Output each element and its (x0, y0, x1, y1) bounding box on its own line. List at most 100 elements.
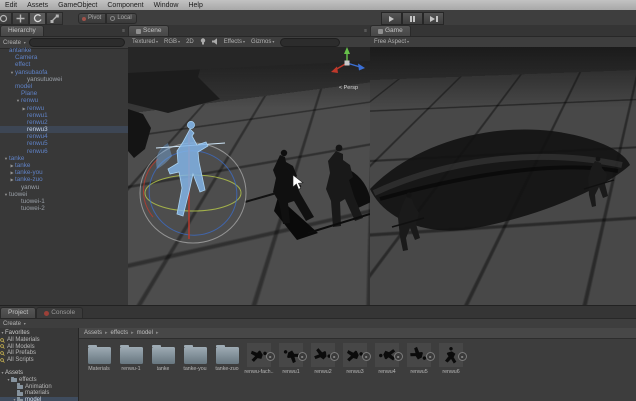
step-icon (430, 16, 435, 22)
expand-badge-icon[interactable]: ▸ (330, 352, 339, 361)
local-toggle-button[interactable]: Local (106, 13, 136, 24)
menu-item[interactable]: Component (107, 2, 143, 9)
tab-game[interactable]: Game (370, 25, 411, 36)
hierarchy-item[interactable]: ▼ yansubaofa (0, 69, 128, 76)
hierarchy-item[interactable]: ▼ tuowei (0, 191, 128, 198)
expand-badge-icon[interactable]: ▸ (458, 352, 467, 361)
scale-tool-button[interactable] (46, 12, 63, 25)
gizmos-dropdown[interactable]: Gizmos▾ (251, 39, 274, 45)
hierarchy-item[interactable]: renwu1 (0, 112, 128, 119)
hierarchy-item[interactable]: ▶ tanke-you (0, 169, 128, 176)
assets-section[interactable]: ▼ Assets (0, 370, 78, 377)
pause-button[interactable] (402, 12, 423, 25)
play-button[interactable] (381, 12, 402, 25)
menu-item[interactable]: Assets (27, 2, 48, 9)
tab-hierarchy[interactable]: Hierarchy (0, 25, 44, 36)
hierarchy-item[interactable]: renwu6 (0, 148, 128, 155)
breadcrumb-item[interactable]: effects ▸ (111, 330, 134, 336)
favorite-item[interactable]: All Prefabs (0, 350, 78, 357)
shading-mode-dropdown[interactable]: Textured▾ (132, 39, 158, 45)
favorite-item[interactable]: All Scripts (0, 357, 78, 364)
hierarchy-item[interactable]: ▶ tanke-zuo (0, 176, 128, 183)
hierarchy-item[interactable]: model (0, 83, 128, 90)
project-tree-item[interactable]: materials (0, 390, 78, 397)
hierarchy-item[interactable]: renwu4 (0, 133, 128, 140)
asset-model[interactable]: ▸ renwu-fach.. (244, 343, 274, 375)
hierarchy-item[interactable]: Plane (0, 90, 128, 97)
asset-folder[interactable]: renwu-1 (116, 343, 146, 375)
scene-character-2[interactable] (273, 150, 318, 240)
scene-character-left-edge[interactable] (128, 109, 151, 158)
tab-scene[interactable]: Scene (128, 25, 169, 36)
asset-folder[interactable]: tanke-zuo (212, 343, 242, 375)
hierarchy-item[interactable]: renwu3 (0, 126, 128, 133)
hierarchy-item[interactable]: renwu2 (0, 119, 128, 126)
2d-toggle-button[interactable]: 2D (186, 39, 194, 45)
scene-search-input[interactable] (280, 38, 340, 47)
menu-item[interactable]: GameObject (58, 2, 97, 9)
tab-project[interactable]: Project (0, 307, 36, 318)
project-create-button[interactable]: Create ▾ (3, 321, 26, 327)
hierarchy-item[interactable]: Camera (0, 54, 128, 61)
project-tree-item[interactable]: ▼ effects (0, 377, 78, 384)
tab-console[interactable]: Console (36, 307, 83, 318)
rotate-tool-button[interactable] (29, 12, 46, 25)
asset-folder[interactable]: tanke (148, 343, 178, 375)
expand-badge-icon[interactable]: ▸ (298, 352, 307, 361)
aspect-dropdown[interactable]: Free Aspect▾ (374, 39, 409, 45)
asset-model[interactable]: ▸ renwu3 (340, 343, 370, 375)
panel-menu-icon[interactable]: ≡ (364, 26, 367, 36)
project-tree-item[interactable]: ▼ model (0, 397, 78, 401)
step-button[interactable] (423, 12, 444, 25)
asset-model[interactable]: ▸ renwu6 (436, 343, 466, 375)
expand-badge-icon[interactable]: ▸ (394, 352, 403, 361)
asset-model[interactable]: ▸ renwu5 (404, 343, 434, 375)
move-tool-button[interactable] (12, 12, 29, 25)
hierarchy-item[interactable]: effect (0, 61, 128, 68)
asset-model[interactable]: ▸ renwu1 (276, 343, 306, 375)
hierarchy-item[interactable]: ▶ renwu (0, 105, 128, 112)
hierarchy-item[interactable]: ▼ renwu (0, 97, 128, 104)
hierarchy-item[interactable]: ▼ tanke (0, 155, 128, 162)
scene-viewport[interactable]: < Persp (128, 47, 370, 305)
render-channel-dropdown[interactable]: RGB▾ (164, 39, 180, 45)
scene-character-3[interactable] (308, 145, 370, 233)
hierarchy-search-input[interactable] (29, 38, 125, 47)
asset-label: renwu4 (378, 369, 395, 375)
breadcrumb-item[interactable]: Assets ▸ (84, 330, 108, 336)
asset-model[interactable]: ▸ renwu4 (372, 343, 402, 375)
favorite-item[interactable]: All Materials (0, 337, 78, 344)
effects-dropdown[interactable]: Effects▾ (224, 39, 245, 45)
hierarchy-item[interactable]: renwu5 (0, 140, 128, 147)
game-viewport[interactable] (370, 47, 636, 305)
create-button[interactable]: Create ▾ (3, 40, 26, 46)
favorite-item[interactable]: All Models (0, 344, 78, 351)
hand-tool-button[interactable] (0, 12, 12, 25)
panel-menu-icon[interactable]: ≡ (122, 26, 125, 36)
project-tree-item[interactable]: Animation (0, 384, 78, 391)
expand-badge-icon[interactable]: ▸ (426, 352, 435, 361)
favorites-section[interactable]: ▼ Favorites (0, 330, 78, 337)
hierarchy-item[interactable]: tuowei-2 (0, 205, 128, 212)
asset-model[interactable]: ▸ renwu2 (308, 343, 338, 375)
distant-wall (128, 47, 370, 73)
expand-badge-icon[interactable]: ▸ (266, 352, 275, 361)
hierarchy-item[interactable]: antanke (0, 47, 128, 54)
menu-item[interactable]: Help (188, 2, 202, 9)
hierarchy-item[interactable]: yansutuowei (0, 76, 128, 83)
menu-item[interactable]: Edit (5, 2, 17, 9)
asset-folder[interactable]: Materials (84, 343, 114, 375)
favorite-item-label: All Materials (7, 337, 40, 344)
hierarchy-item[interactable]: ▶ tanke (0, 162, 128, 169)
expand-badge-icon[interactable]: ▸ (362, 352, 371, 361)
hierarchy-item[interactable]: tuowei-1 (0, 198, 128, 205)
asset-folder[interactable]: tanke-you (180, 343, 210, 375)
pivot-toggle-button[interactable]: Pivot (78, 13, 106, 24)
menu-item[interactable]: Window (154, 2, 179, 9)
hierarchy-item[interactable]: yanwu (0, 184, 128, 191)
breadcrumb-item[interactable]: model ▸ (137, 330, 159, 336)
lighting-toggle-icon[interactable] (200, 38, 206, 47)
scene-character-selected[interactable] (156, 121, 225, 216)
audio-toggle-icon[interactable] (212, 38, 218, 47)
perspective-label[interactable]: < Persp (339, 85, 358, 91)
